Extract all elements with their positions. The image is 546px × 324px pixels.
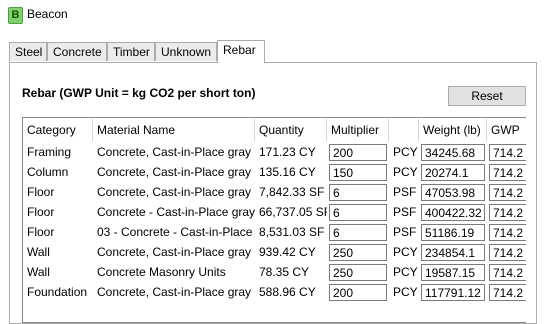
- multiplier-input[interactable]: [329, 184, 387, 201]
- rebar-table: Category Material Name Quantity Multipli…: [22, 117, 526, 323]
- material-name-cell: Concrete Masonry Units: [97, 265, 226, 279]
- gwp-input[interactable]: [489, 244, 526, 261]
- tab-steel[interactable]: Steel: [9, 42, 47, 61]
- quantity-cell: 8,531.03 SF: [259, 225, 325, 239]
- category-cell: Foundation: [27, 285, 88, 299]
- quantity-cell: 939.42 CY: [259, 245, 316, 259]
- weight-input[interactable]: [421, 264, 485, 281]
- weight-input[interactable]: [421, 184, 485, 201]
- column-header-weight[interactable]: Weight (lb): [419, 119, 487, 141]
- category-cell: Floor: [27, 205, 55, 219]
- unit-cell: PSF: [393, 185, 417, 199]
- material-name-cell: Concrete, Cast-in-Place gray: [97, 145, 252, 159]
- table-row[interactable]: Floor Concrete - Cast-in-Place gray 66,737…: [23, 202, 526, 222]
- multiplier-input[interactable]: [329, 244, 387, 261]
- material-name-cell: Concrete, Cast-in-Place gray: [97, 245, 252, 259]
- quantity-cell: 588.96 CY: [259, 285, 316, 299]
- unit-cell: PCY: [393, 145, 418, 159]
- weight-input[interactable]: [421, 224, 485, 241]
- title-bar: B Beacon: [0, 0, 546, 30]
- quantity-cell: 78.35 CY: [259, 265, 310, 279]
- category-cell: Wall: [27, 265, 50, 279]
- table-row[interactable]: Foundation Concrete, Cast-in-Place gray 58…: [23, 282, 526, 302]
- table-row[interactable]: Column Concrete, Cast-in-Place gray 135.16…: [23, 162, 526, 182]
- tab-rebar[interactable]: Rebar: [217, 40, 265, 63]
- gwp-input[interactable]: [489, 184, 526, 201]
- column-header-multiplier[interactable]: Multiplier: [327, 119, 389, 141]
- multiplier-input[interactable]: [329, 204, 387, 221]
- material-name-cell: 03 - Concrete - Cast-in-Place: [97, 225, 253, 239]
- quantity-cell: 7,842.33 SF: [259, 185, 325, 199]
- window-title: Beacon: [27, 7, 68, 21]
- table-row[interactable]: Framing Concrete, Cast-in-Place gray 171.2…: [23, 142, 526, 162]
- quantity-cell: 66,737.05 SF: [259, 205, 327, 219]
- weight-input[interactable]: [421, 204, 485, 221]
- unit-cell: PCY: [393, 245, 418, 259]
- weight-input[interactable]: [421, 284, 485, 301]
- column-header-material-name[interactable]: Material Name: [93, 119, 255, 141]
- category-cell: Floor: [27, 225, 55, 239]
- unit-cell: PCY: [393, 265, 418, 279]
- tab-concrete[interactable]: Concrete: [47, 42, 107, 61]
- category-cell: Column: [27, 165, 69, 179]
- column-header-category[interactable]: Category: [23, 119, 93, 141]
- multiplier-input[interactable]: [329, 284, 387, 301]
- multiplier-input[interactable]: [329, 144, 387, 161]
- multiplier-input[interactable]: [329, 264, 387, 281]
- table-row[interactable]: Wall Concrete, Cast-in-Place gray 939.42 C…: [23, 242, 526, 262]
- unit-cell: PCY: [393, 285, 418, 299]
- multiplier-input[interactable]: [329, 224, 387, 241]
- unit-cell: PSF: [393, 225, 417, 239]
- weight-input[interactable]: [421, 144, 485, 161]
- table-row[interactable]: Wall Concrete Masonry Units 78.35 CY PCY: [23, 262, 526, 282]
- reset-button[interactable]: Reset: [448, 86, 526, 106]
- rebar-panel: Rebar (GWP Unit = kg CO2 per short ton) …: [9, 62, 537, 324]
- column-header-gwp[interactable]: GWP: [487, 119, 526, 141]
- gwp-input[interactable]: [489, 224, 526, 241]
- app-logo-icon: B: [8, 7, 23, 24]
- gwp-input[interactable]: [489, 264, 526, 281]
- material-name-cell: Concrete - Cast-in-Place gray: [97, 205, 255, 219]
- material-name-cell: Concrete, Cast-in-Place gray: [97, 285, 252, 299]
- tab-unknown[interactable]: Unknown: [155, 42, 217, 61]
- category-cell: Wall: [27, 245, 50, 259]
- table-row[interactable]: Floor Concrete, Cast-in-Place gray 7,842.3…: [23, 182, 526, 202]
- multiplier-input[interactable]: [329, 164, 387, 181]
- column-header-quantity[interactable]: Quantity: [255, 119, 327, 141]
- column-header-unit[interactable]: [389, 119, 419, 141]
- gwp-input[interactable]: [489, 204, 526, 221]
- gwp-input[interactable]: [489, 144, 526, 161]
- tab-timber[interactable]: Timber: [107, 42, 155, 61]
- weight-input[interactable]: [421, 164, 485, 181]
- gwp-input[interactable]: [489, 164, 526, 181]
- unit-cell: PCY: [393, 165, 418, 179]
- weight-input[interactable]: [421, 244, 485, 261]
- material-name-cell: Concrete, Cast-in-Place gray: [97, 165, 252, 179]
- table-row[interactable]: Floor 03 - Concrete - Cast-in-Place 8,531.…: [23, 222, 526, 242]
- material-name-cell: Concrete, Cast-in-Place gray: [97, 185, 252, 199]
- category-cell: Floor: [27, 185, 55, 199]
- gwp-input[interactable]: [489, 284, 526, 301]
- panel-heading: Rebar (GWP Unit = kg CO2 per short ton): [22, 86, 256, 100]
- quantity-cell: 171.23 CY: [259, 145, 316, 159]
- category-cell: Framing: [27, 145, 72, 159]
- unit-cell: PSF: [393, 205, 417, 219]
- quantity-cell: 135.16 CY: [259, 165, 316, 179]
